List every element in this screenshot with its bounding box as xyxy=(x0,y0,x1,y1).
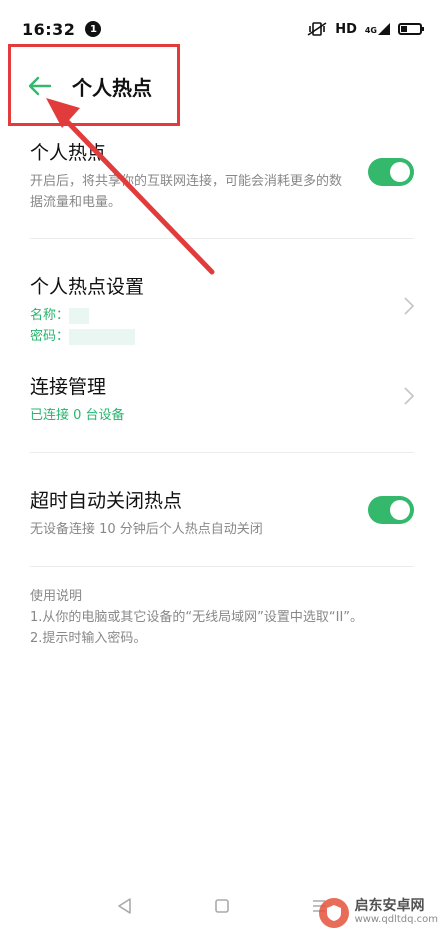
battery-icon xyxy=(398,23,424,35)
chevron-right-icon xyxy=(404,387,415,405)
status-bar: 16:32 1 HD 4G xyxy=(0,0,444,58)
watermark: 启东安卓网 www.qdltdq.com xyxy=(318,898,438,928)
hotspot-name-value xyxy=(69,307,90,324)
watermark-logo xyxy=(318,898,349,928)
hotspot-description: 开启后，将共享你的互联网连接，可能会消耗更多的数据流量和电量。 xyxy=(30,174,343,210)
status-time: 16:32 xyxy=(22,19,76,39)
connection-status: 已连接 0 台设备 xyxy=(30,408,125,423)
hotspot-name-label: 名称： xyxy=(30,308,70,323)
signal-icon: 4G xyxy=(365,23,390,35)
auto-off-title: 超时自动关闭热点 xyxy=(30,490,183,512)
app-bar: 个人热点 xyxy=(0,58,444,114)
divider xyxy=(30,452,414,453)
hotspot-password-line: 密码： xyxy=(30,326,414,347)
status-icons: HD 4G xyxy=(307,21,424,37)
watermark-text: 启东安卓网 www.qdltdq.com xyxy=(355,899,438,927)
back-arrow-icon xyxy=(28,76,52,96)
auto-off-description: 无设备连接 10 分钟后个人热点自动关闭 xyxy=(30,522,263,537)
auto-off-switch[interactable] xyxy=(368,496,414,524)
hotspot-settings-row[interactable]: 个人热点设置 名称： 密码： xyxy=(30,272,414,347)
watermark-url: www.qdltdq.com xyxy=(354,914,438,925)
hotspot-settings-title: 个人热点设置 xyxy=(30,276,145,298)
divider xyxy=(30,238,414,239)
hotspot-title: 个人热点 xyxy=(30,142,107,164)
hotspot-password-label: 密码： xyxy=(30,329,70,344)
chevron-right-icon xyxy=(404,297,415,315)
nav-home-icon[interactable] xyxy=(214,898,230,914)
hotspot-password-value xyxy=(69,328,136,345)
usage-instructions: 使用说明 1.从你的电脑或其它设备的“无线局域网”设置中选取“II”。 2.提示… xyxy=(30,586,414,649)
divider xyxy=(30,566,414,567)
signal-label: 4G xyxy=(364,26,377,35)
connection-management-title: 连接管理 xyxy=(30,376,107,398)
instructions-heading: 使用说明 xyxy=(30,589,83,604)
notification-badge: 1 xyxy=(85,21,102,37)
back-button[interactable] xyxy=(24,70,56,102)
network-type-label: HD xyxy=(335,21,357,37)
hotspot-switch[interactable] xyxy=(368,158,414,186)
connection-management-row[interactable]: 连接管理 已连接 0 台设备 xyxy=(30,372,414,426)
auto-off-row[interactable]: 超时自动关闭热点 无设备连接 10 分钟后个人热点自动关闭 xyxy=(30,486,414,540)
instructions-step-1: 1.从你的电脑或其它设备的“无线局域网”设置中选取“II”。 xyxy=(30,610,364,625)
hotspot-name-line: 名称： xyxy=(30,305,414,326)
watermark-name: 启东安卓网 xyxy=(354,898,425,914)
vibrate-icon xyxy=(307,22,327,36)
hotspot-toggle-row[interactable]: 个人热点 开启后，将共享你的互联网连接，可能会消耗更多的数据流量和电量。 xyxy=(30,138,414,213)
shield-icon xyxy=(326,905,341,921)
page-title: 个人热点 xyxy=(72,76,152,100)
nav-back-icon[interactable] xyxy=(116,897,134,915)
instructions-step-2: 2.提示时输入密码。 xyxy=(30,631,147,646)
